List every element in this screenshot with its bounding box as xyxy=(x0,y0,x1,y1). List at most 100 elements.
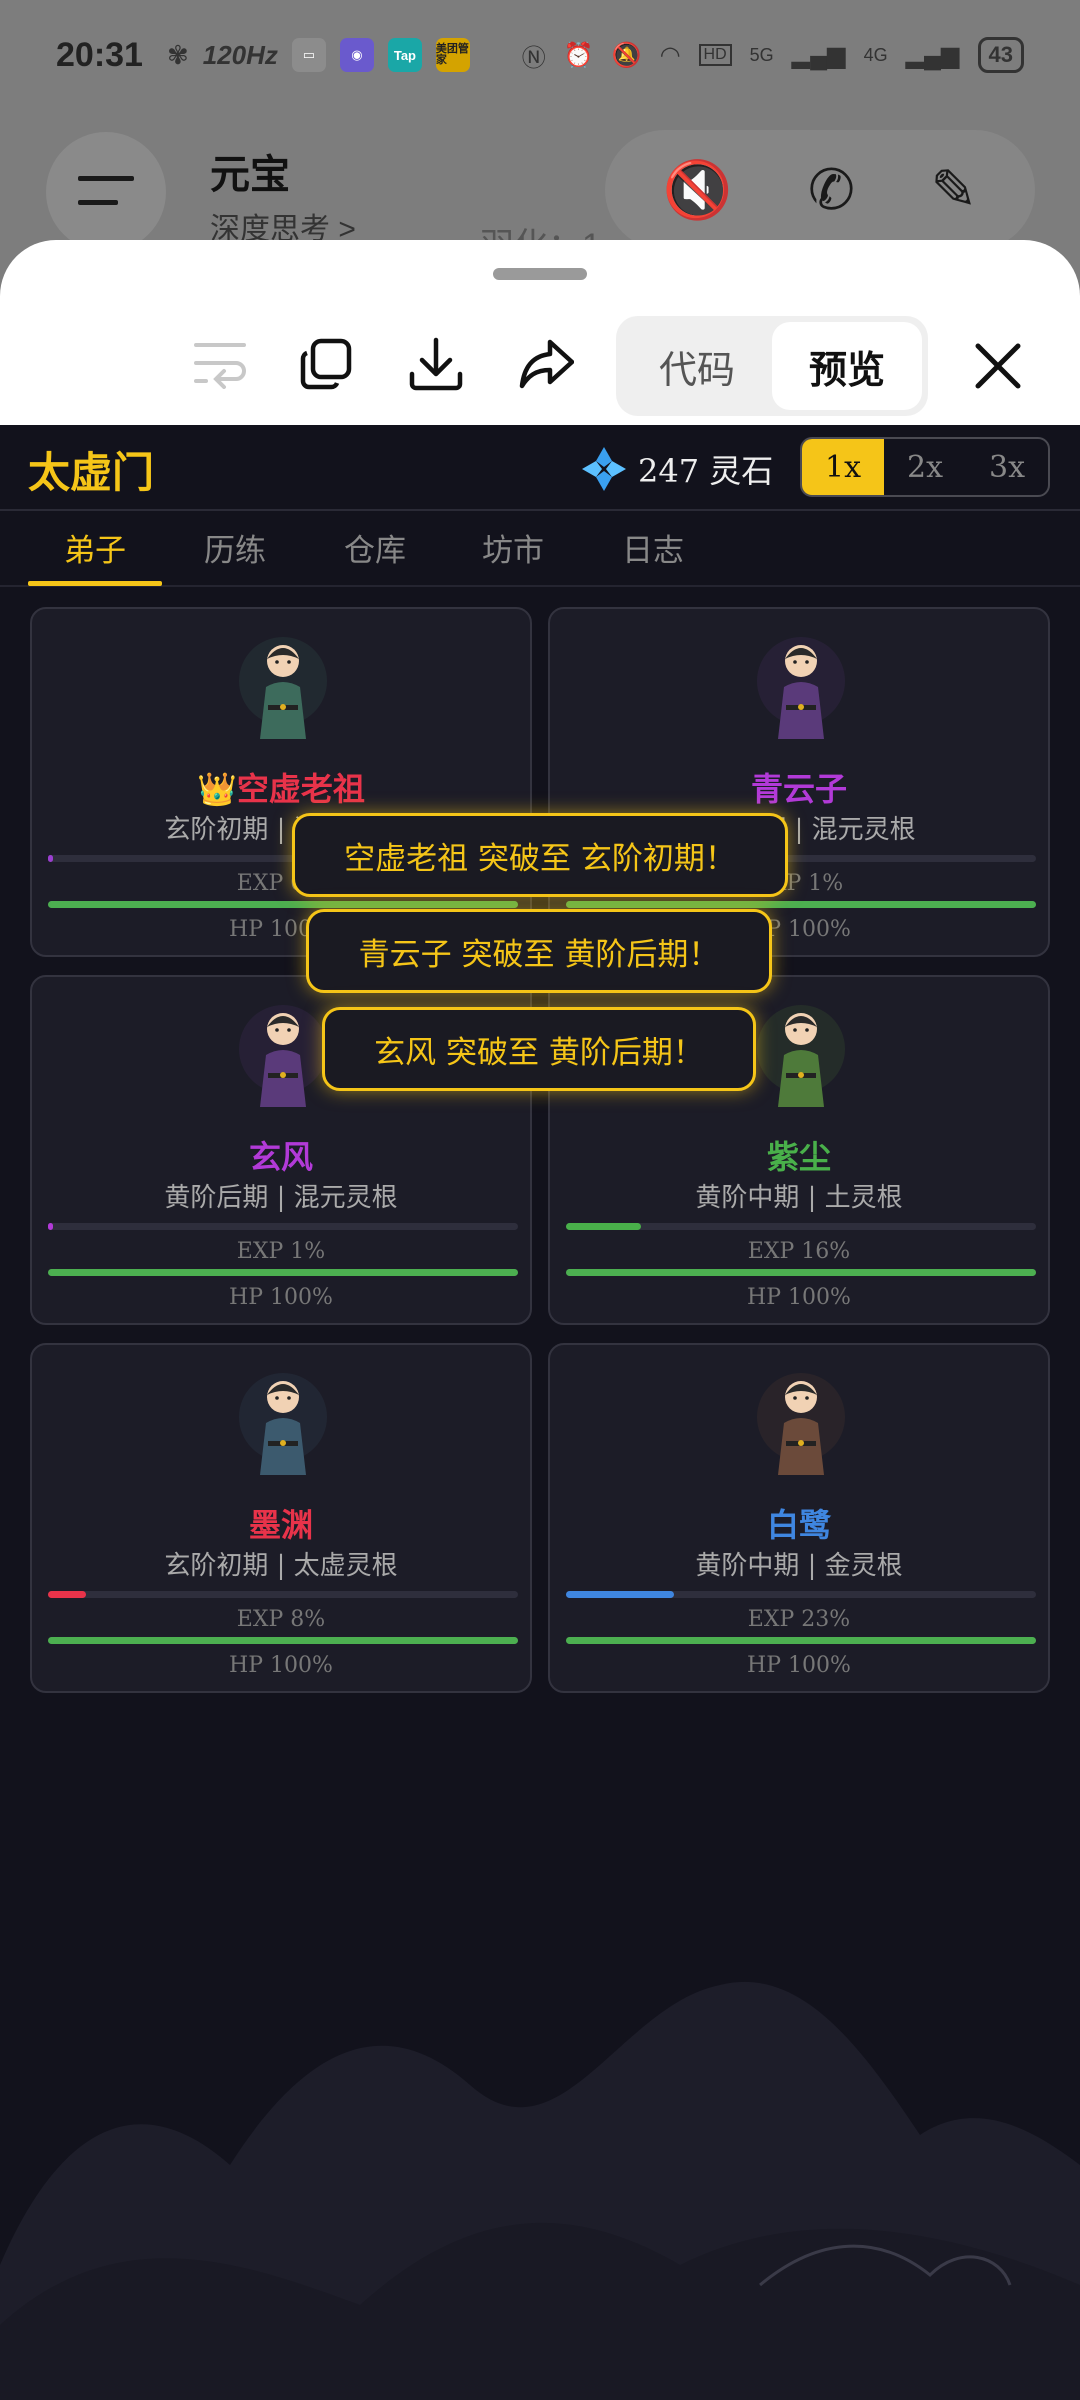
active-tab-indicator xyxy=(28,581,162,586)
tab-code[interactable]: 代码 xyxy=(622,322,772,410)
status-left-icons: ✾ 120Hz ▭ ◉ Tap 美团管家 xyxy=(167,38,470,72)
shop-app-icon: ◉ xyxy=(339,38,374,72)
disciple-name: 玄风 xyxy=(248,1138,313,1176)
mute-speaker-icon: 🔇 xyxy=(662,158,733,221)
exp-label: EXP 16% xyxy=(747,1239,851,1264)
hp-bar-fill xyxy=(566,901,1036,908)
status-time: 20:31 xyxy=(56,35,143,74)
disciple-realm: 黄阶中期 | 金灵根 xyxy=(695,1551,903,1581)
hp-bar-fill xyxy=(566,1269,1036,1276)
hp-bar xyxy=(48,1269,518,1276)
tab-disciples[interactable]: 弟子 xyxy=(64,525,126,570)
wifi-icon: ◠ xyxy=(659,41,681,69)
breakthrough-toast: 空虚老祖 突破至 玄阶初期！ xyxy=(292,813,788,897)
spirit-stone-counter: 247 灵石 xyxy=(580,445,773,493)
game-header: 太虚门 247 灵石 1x 2x 3x xyxy=(0,425,1080,511)
hp-bar-fill xyxy=(48,1269,518,1276)
background-chat-header: 元宝 深度思考 > 羽化：1 🔇 ✆ ✎ xyxy=(0,120,1080,265)
spirit-stone-icon xyxy=(582,447,626,491)
exp-label: EXP 8% xyxy=(236,1607,326,1632)
disciple-card[interactable]: 👑空虚老祖 玄阶初期 | 混元灵根 EXP 0% HP 100% xyxy=(30,607,532,957)
tab-warehouse[interactable]: 仓库 xyxy=(344,525,406,570)
exp-bar xyxy=(48,1591,518,1598)
refresh-rate-label: 120Hz xyxy=(202,39,278,70)
spirit-stone-amount: 247 灵石 xyxy=(638,452,774,490)
battery-indicator: 43 xyxy=(977,37,1024,73)
new-chat-icon: ✎ xyxy=(930,158,978,221)
fan-icon: ✾ xyxy=(166,39,189,70)
exp-bar-fill xyxy=(566,1223,642,1230)
tab-training[interactable]: 历练 xyxy=(204,525,266,570)
exp-bar-fill xyxy=(566,1591,675,1598)
hp-bar xyxy=(48,1637,518,1644)
game-tabs: 弟子 历练 仓库 坊市 日志 xyxy=(0,515,1080,587)
hd-icon: HD xyxy=(698,44,732,66)
disciple-avatar-icon xyxy=(757,1005,845,1107)
exp-bar-fill xyxy=(48,855,53,862)
disciple-name: 紫尘 xyxy=(766,1138,831,1176)
status-right-icons: Ⓝ ⏰ 🔕 ◠ HD 5G ▂▄▆ 4G ▂▄▆ 43 xyxy=(522,37,1024,73)
disciple-realm: 玄阶初期 | 太虚灵根 xyxy=(164,1551,398,1581)
exp-bar xyxy=(48,1223,518,1230)
disciple-avatar-icon xyxy=(239,1373,327,1475)
hp-label: HP 100% xyxy=(747,1653,851,1678)
mountain-background xyxy=(0,1981,1080,2400)
speed-2x-button[interactable]: 2x xyxy=(884,439,966,495)
chat-actions: 🔇 ✆ ✎ xyxy=(605,130,1035,250)
tab-log[interactable]: 日志 xyxy=(622,525,684,570)
disciple-realm: 黄阶后期 | 混元灵根 xyxy=(164,1183,398,1213)
disciple-avatar-icon xyxy=(757,637,845,739)
speed-3x-button[interactable]: 3x xyxy=(966,439,1048,495)
nfc-icon: Ⓝ xyxy=(521,44,546,72)
exp-label: EXP 23% xyxy=(747,1607,851,1632)
tab-preview[interactable]: 预览 xyxy=(772,322,922,410)
hp-bar-fill xyxy=(48,901,518,908)
disciple-avatar-icon xyxy=(757,1373,845,1475)
hp-label: HP 100% xyxy=(229,1285,333,1310)
disciple-realm: 黄阶中期 | 土灵根 xyxy=(695,1183,903,1213)
hp-label: HP 100% xyxy=(747,1285,851,1310)
disciple-avatar-icon xyxy=(239,1005,327,1107)
phone-icon: ✆ xyxy=(807,158,855,221)
signal-icon: ▂▄▆ xyxy=(791,41,846,69)
message-app-icon: ▭ xyxy=(291,38,326,72)
mute-bell-icon: 🔕 xyxy=(611,41,642,69)
breakthrough-toast: 青云子 突破至 黄阶后期！ xyxy=(306,909,772,993)
breakthrough-toast: 玄风 突破至 黄阶后期！ xyxy=(322,1007,756,1091)
download-icon[interactable] xyxy=(406,334,466,394)
game-preview: 太虚门 247 灵石 1x 2x 3x 弟子 历练 仓库 坊市 日志 👑空虚老祖… xyxy=(0,425,1080,2400)
sheet-drag-handle[interactable] xyxy=(493,268,587,280)
exp-bar xyxy=(566,1591,1036,1598)
signal-4g-label: 4G xyxy=(863,44,888,65)
tab-market[interactable]: 坊市 xyxy=(482,525,544,570)
chat-title: 元宝 xyxy=(210,153,290,197)
copy-icon[interactable] xyxy=(296,334,356,394)
sect-title: 太虚门 xyxy=(28,448,155,497)
hp-bar xyxy=(566,1637,1036,1644)
close-icon[interactable] xyxy=(962,330,1034,402)
menu-icon xyxy=(78,176,134,205)
disciple-card[interactable]: 墨渊 玄阶初期 | 太虚灵根 EXP 8% HP 100% xyxy=(30,1343,532,1693)
view-mode-toggle: 代码 预览 xyxy=(616,316,928,416)
disciple-avatar-icon xyxy=(239,637,327,739)
hp-bar xyxy=(566,1269,1036,1276)
alarm-icon: ⏰ xyxy=(563,41,594,69)
share-icon[interactable] xyxy=(516,334,576,394)
disciple-card[interactable]: 白鹭 黄阶中期 | 金灵根 EXP 23% HP 100% xyxy=(548,1343,1050,1693)
disciple-name: 墨渊 xyxy=(248,1506,313,1544)
hp-bar-fill xyxy=(48,1637,518,1644)
menu-button xyxy=(46,132,166,252)
exp-bar-fill xyxy=(48,1591,86,1598)
wrap-icon[interactable] xyxy=(190,334,250,394)
disciple-card[interactable]: 青云子 黄阶后期 | 混元灵根 EXP 1% HP 100% xyxy=(548,607,1050,957)
exp-label: EXP 1% xyxy=(236,1239,326,1264)
exp-bar xyxy=(566,1223,1036,1230)
disciple-name: 👑空虚老祖 xyxy=(197,770,365,808)
preview-sheet: 代码 预览 太虚门 247 灵石 1x 2x 3x 弟子 历练 仓库 坊市 日志 xyxy=(0,240,1080,2400)
signal-icon: ▂▄▆ xyxy=(905,41,960,69)
meituan-app-icon: 美团管家 xyxy=(435,38,470,72)
hp-bar xyxy=(566,901,1036,908)
disciple-name: 青云子 xyxy=(750,770,847,808)
speed-1x-button[interactable]: 1x xyxy=(802,439,884,495)
exp-bar-fill xyxy=(48,1223,53,1230)
